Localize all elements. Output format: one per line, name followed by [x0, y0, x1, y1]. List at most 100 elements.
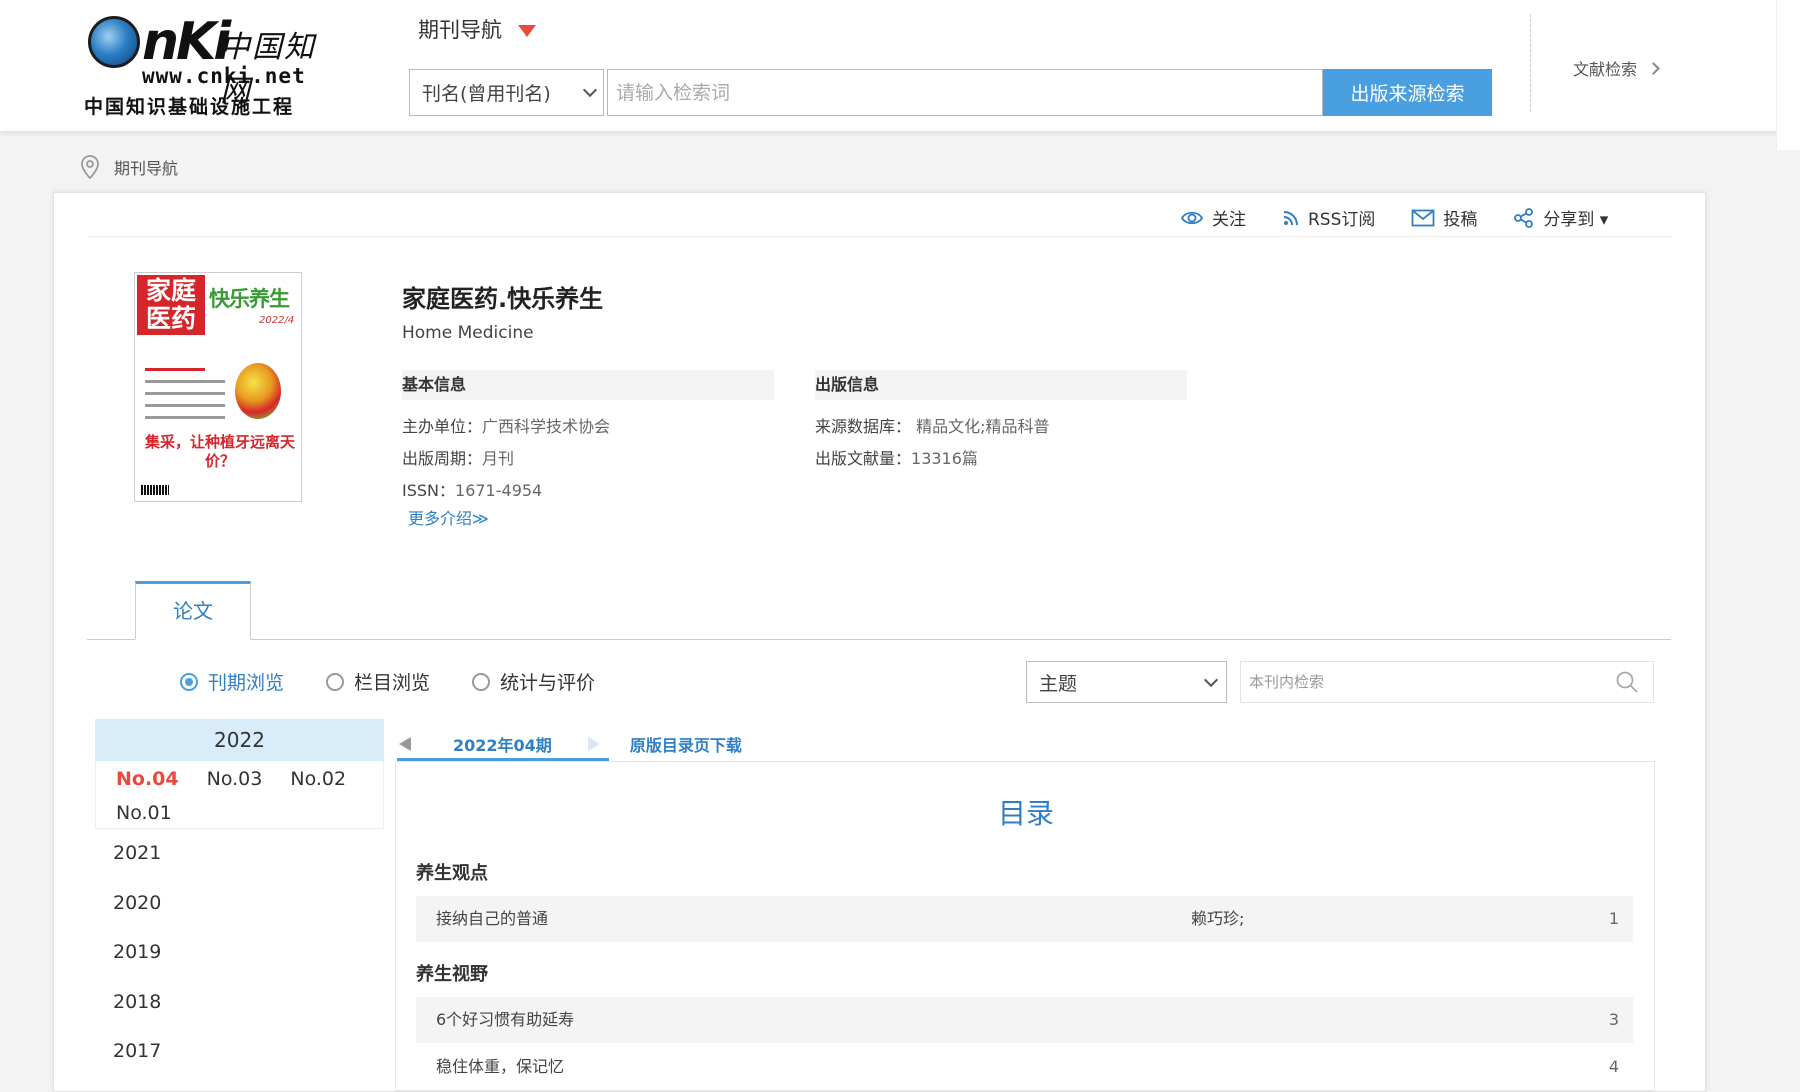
divider	[87, 236, 1671, 237]
toc-section-heading: 养生视野	[416, 964, 488, 985]
article-author[interactable]: 赖巧珍;	[1191, 896, 1244, 942]
toc-row[interactable]: 6个好习惯有助延寿 3	[416, 997, 1633, 1043]
year-item[interactable]: 2018	[95, 978, 384, 1028]
article-page: 3	[1608, 1010, 1619, 1029]
cycle-row: 出版周期：月刊	[402, 445, 514, 469]
year-item-active[interactable]: 2022	[95, 719, 384, 761]
sponsor-row: 主办单位：广西科学技术协会	[402, 413, 610, 437]
follow-button[interactable]: 关注	[1180, 205, 1246, 230]
topic-select[interactable]: 主题	[1026, 661, 1227, 703]
submit-button[interactable]: 投稿	[1411, 205, 1477, 230]
cover-title-green: 快乐养生	[209, 287, 290, 311]
inner-search-input[interactable]	[1249, 673, 1579, 691]
rss-icon	[1283, 210, 1298, 225]
doc-search-link[interactable]: 文献检索	[1573, 56, 1660, 80]
year-item[interactable]: 2019	[95, 928, 384, 978]
logo-mark: nKi 中国知网 www.cnki.net	[84, 12, 336, 109]
next-issue-icon[interactable]	[587, 737, 600, 751]
chevron-down-icon	[1203, 672, 1219, 687]
issue-item-active[interactable]: No.04	[116, 767, 179, 795]
article-page: 1	[1608, 909, 1619, 928]
issn-row: ISSN：1671-4954	[402, 477, 542, 501]
browse-mode-radios: 刊期浏览 栏目浏览 统计与评价	[180, 668, 595, 695]
journal-nav-dropdown[interactable]: 期刊导航	[418, 14, 536, 44]
sponsor-label: 主办单位：	[402, 417, 483, 436]
issue-item[interactable]: No.03	[207, 767, 263, 795]
location-pin-icon	[81, 155, 99, 179]
breadcrumb-current[interactable]: 期刊导航	[114, 155, 178, 179]
radio-stats[interactable]: 统计与评价	[472, 668, 595, 695]
nav-title-label: 期刊导航	[418, 18, 502, 42]
sponsor-value: 广西科学技术协会	[482, 417, 611, 436]
site-header: nKi 中国知网 www.cnki.net 中国知识基础设施工程 期刊导航 刊名…	[0, 0, 1800, 132]
article-title[interactable]: 6个好习惯有助延寿	[436, 997, 574, 1043]
side-tab	[1776, 0, 1800, 150]
radio-column-browse-label: 栏目浏览	[354, 672, 431, 694]
cycle-value: 月刊	[482, 449, 515, 468]
doc-search-label: 文献检索	[1573, 60, 1638, 79]
year-item[interactable]: 2021	[95, 829, 384, 879]
barcode-icon	[141, 485, 169, 495]
cover-headline: 集采，让种植牙远离天价？	[145, 433, 296, 470]
breadcrumb: 期刊导航	[80, 155, 178, 179]
search-input[interactable]	[607, 69, 1323, 116]
tab-papers[interactable]: 论文	[135, 581, 251, 640]
submit-label: 投稿	[1443, 210, 1478, 230]
search-field-select[interactable]: 刊名(曾用刊名)	[409, 69, 604, 116]
cover-issue: 2022/4	[259, 315, 295, 326]
toc-download-link[interactable]: 原版目录页下载	[630, 732, 742, 756]
eye-icon	[1180, 211, 1204, 224]
doc-count-value: 13316篇	[911, 449, 978, 468]
toc-title: 目录	[997, 797, 1054, 830]
rss-button[interactable]: RSS订阅	[1282, 205, 1375, 230]
article-title[interactable]: 接纳自己的普通	[436, 896, 548, 942]
issue-item[interactable]: No.02	[290, 767, 346, 795]
caret-down-icon	[518, 25, 536, 37]
mail-icon	[1412, 209, 1435, 226]
radio-unchecked-icon	[472, 672, 491, 691]
issue-item[interactable]: No.01	[116, 801, 172, 829]
source-db-row: 来源数据库： 精品文化;精品科普	[815, 413, 1050, 437]
year-item[interactable]: 2020	[95, 879, 384, 929]
action-bar: 关注 RSS订阅 投稿 分享到 ▾	[1180, 205, 1644, 230]
cover-text-lines	[145, 368, 225, 428]
article-title[interactable]: 稳住体重，保记忆	[436, 1044, 564, 1090]
follow-label: 关注	[1212, 210, 1246, 230]
search-field-value: 刊名(曾用刊名)	[422, 83, 551, 105]
issue-list: No.04 No.03 No.02 No.01	[95, 761, 384, 829]
logo-subtitle: 中国知识基础设施工程	[84, 96, 295, 118]
more-intro-link[interactable]: 更多介绍≫	[408, 505, 489, 529]
source-search-bar: 刊名(曾用刊名) 出版来源检索	[409, 69, 1494, 116]
apple-illustration	[235, 363, 281, 419]
journal-title: 家庭医药.快乐养生	[402, 285, 604, 313]
rss-label: RSS订阅	[1308, 210, 1376, 230]
radio-unchecked-icon	[326, 672, 345, 691]
year-list: 2022 No.04 No.03 No.02 No.01 2021 2020 2…	[95, 719, 384, 1077]
toc-row[interactable]: 稳住体重，保记忆 4	[416, 1044, 1633, 1090]
share-icon	[1514, 207, 1534, 228]
radio-issue-browse[interactable]: 刊期浏览	[180, 668, 284, 695]
article-page: 4	[1608, 1057, 1619, 1076]
radio-column-browse[interactable]: 栏目浏览	[326, 668, 430, 695]
cnki-logo[interactable]: nKi 中国知网 www.cnki.net 中国知识基础设施工程	[84, 12, 336, 118]
toc-section-heading: 养生观点	[416, 863, 488, 884]
cycle-label: 出版周期：	[402, 449, 483, 468]
basic-info-heading: 基本信息	[402, 370, 774, 400]
issn-value: 1671-4954	[455, 481, 543, 500]
logo-nki-text: nKi	[142, 12, 231, 72]
prev-issue-icon[interactable]	[399, 737, 411, 751]
radio-checked-icon	[180, 672, 198, 691]
logo-url: www.cnki.net	[142, 64, 306, 88]
share-button[interactable]: 分享到 ▾	[1513, 205, 1608, 230]
search-icon[interactable]	[1615, 670, 1639, 694]
year-item[interactable]: 2017	[95, 1027, 384, 1077]
cover-title-red: 家庭医药	[137, 275, 205, 335]
source-db-label: 来源数据库：	[815, 417, 912, 436]
globe-icon	[88, 16, 140, 68]
journal-cover-image[interactable]: 家庭医药 快乐养生 2022/4 集采，让种植牙远离天价？	[134, 272, 302, 502]
current-issue-tab[interactable]: 2022年04期	[453, 732, 552, 756]
toc-row[interactable]: 接纳自己的普通 赖巧珍; 1	[416, 896, 1633, 942]
journal-title-en: Home Medicine	[402, 323, 534, 343]
source-search-button[interactable]: 出版来源检索	[1323, 69, 1492, 116]
chevron-right-icon	[1647, 61, 1660, 75]
